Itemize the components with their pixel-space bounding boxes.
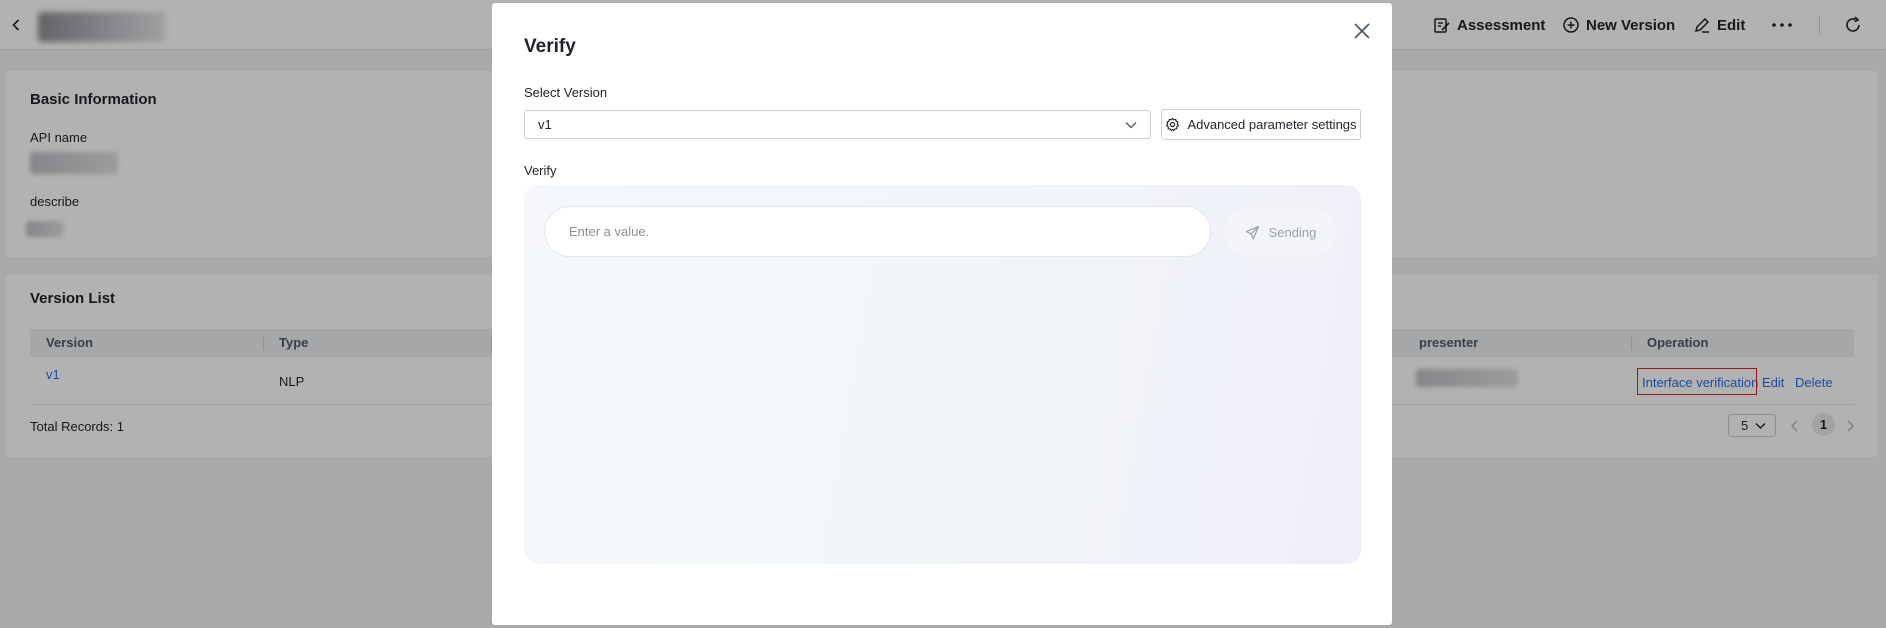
send-icon: [1245, 225, 1259, 239]
send-button-label: Sending: [1268, 224, 1317, 240]
advanced-parameter-settings-button[interactable]: Advanced parameter settings: [1161, 109, 1361, 140]
gear-icon: [1166, 117, 1180, 132]
advanced-parameter-settings-label: Advanced parameter settings: [1187, 117, 1357, 132]
select-version-label: Select Version: [524, 85, 608, 100]
close-icon[interactable]: [1351, 20, 1373, 42]
verify-dialog: Verify Select Version v1 Advanced parame…: [492, 3, 1392, 625]
chevron-down-icon: [1125, 122, 1137, 129]
send-button[interactable]: Sending: [1223, 207, 1338, 257]
verify-input[interactable]: [544, 206, 1211, 257]
version-select[interactable]: v1: [524, 110, 1151, 139]
selected-version-value: v1: [538, 117, 552, 132]
verify-label: Verify: [524, 163, 557, 178]
dialog-title: Verify: [524, 36, 576, 57]
verify-panel: Sending: [524, 185, 1361, 564]
